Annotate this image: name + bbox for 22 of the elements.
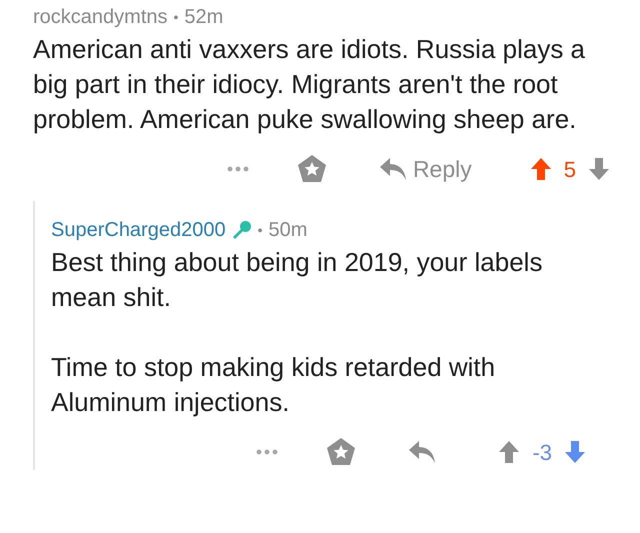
upvote-icon[interactable] xyxy=(530,157,552,181)
timestamp: 52m xyxy=(184,5,224,30)
more-options-icon[interactable] xyxy=(226,166,249,172)
comment-text: Time to stop making kids retarded with Aluminum injections. xyxy=(51,351,496,419)
timestamp: 50m xyxy=(268,218,308,243)
reply-icon xyxy=(378,157,407,181)
username-link[interactable]: rockcandymtns xyxy=(33,4,168,30)
vote-score: 5 xyxy=(564,156,576,184)
downvote-icon[interactable] xyxy=(588,157,610,181)
upvote-icon[interactable] xyxy=(498,440,520,464)
comment-text: Best thing about being in 2019, your labels mean shit. xyxy=(51,246,544,314)
separator-dot: • xyxy=(258,220,262,240)
comment-text: American anti vaxxers are idiots. Russia plays a big part in their idiocy. Migrants aren't the root problem. American puke swallowing sheep are. xyxy=(33,33,586,136)
username-link[interactable]: SuperCharged2000 xyxy=(51,217,226,243)
downvote-icon[interactable] xyxy=(564,440,586,464)
reply-icon[interactable] xyxy=(408,440,436,464)
separator-dot: • xyxy=(174,8,178,26)
vote-score: -3 xyxy=(532,438,552,466)
reply-button[interactable]: Reply xyxy=(378,152,472,186)
award-icon[interactable] xyxy=(296,154,327,184)
more-options-icon[interactable] xyxy=(256,449,278,455)
award-icon[interactable] xyxy=(326,437,356,467)
